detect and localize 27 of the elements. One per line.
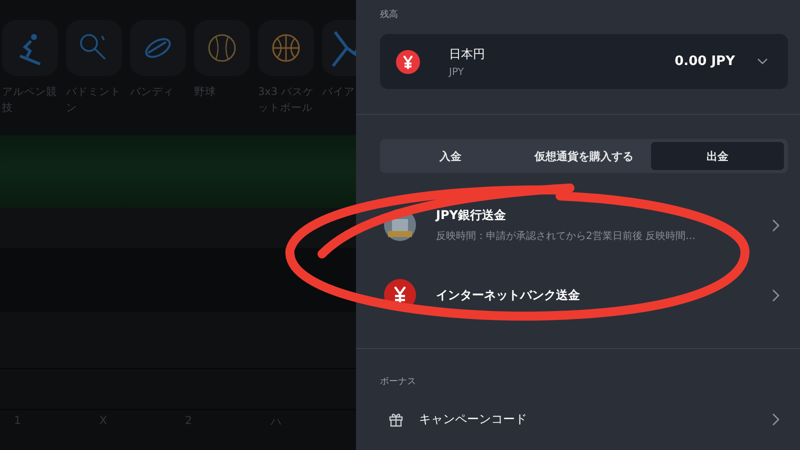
section-label: ボーナス bbox=[380, 376, 417, 388]
tab[interactable]: 出金 bbox=[650, 142, 784, 170]
chevron-right-icon bbox=[772, 218, 780, 232]
method-title: JPY銀行送金 bbox=[436, 207, 507, 224]
currency-selector[interactable]: 日本円 JPY 0.00 JPY bbox=[380, 34, 788, 89]
tab[interactable]: 仮想通貨を購入する bbox=[517, 142, 651, 170]
section-label: 残高 bbox=[380, 8, 399, 21]
currency-name: 日本円 bbox=[449, 46, 486, 62]
currency-code: JPY bbox=[449, 66, 465, 78]
bank-building-icon bbox=[384, 209, 416, 241]
balance-amount: 0.00 JPY bbox=[674, 54, 735, 69]
payment-method-row[interactable]: JPY銀行送金 反映時間：申請が承認されてから2営業日前後 反映時間… bbox=[356, 200, 800, 250]
tab[interactable]: 入金 bbox=[384, 142, 518, 170]
chevron-down-icon bbox=[757, 58, 768, 65]
chevron-right-icon bbox=[772, 288, 780, 302]
sport-tile[interactable] bbox=[2, 20, 58, 76]
bonus-row[interactable]: キャンペーンコード bbox=[356, 388, 800, 430]
sport-tile[interactable] bbox=[258, 20, 314, 76]
payment-method-row[interactable]: インターネットバンク送金 bbox=[356, 270, 800, 320]
gift-icon bbox=[388, 411, 404, 427]
method-description: 反映時間：申請が承認されてから2営業日前後 反映時間… bbox=[436, 230, 697, 243]
chevron-right-icon bbox=[772, 412, 780, 426]
yen-icon bbox=[396, 50, 420, 74]
method-title: インターネットバンク送金 bbox=[436, 286, 581, 304]
sport-tile[interactable] bbox=[66, 20, 122, 76]
sport-tile[interactable] bbox=[130, 20, 186, 76]
sport-tile[interactable] bbox=[194, 20, 250, 76]
